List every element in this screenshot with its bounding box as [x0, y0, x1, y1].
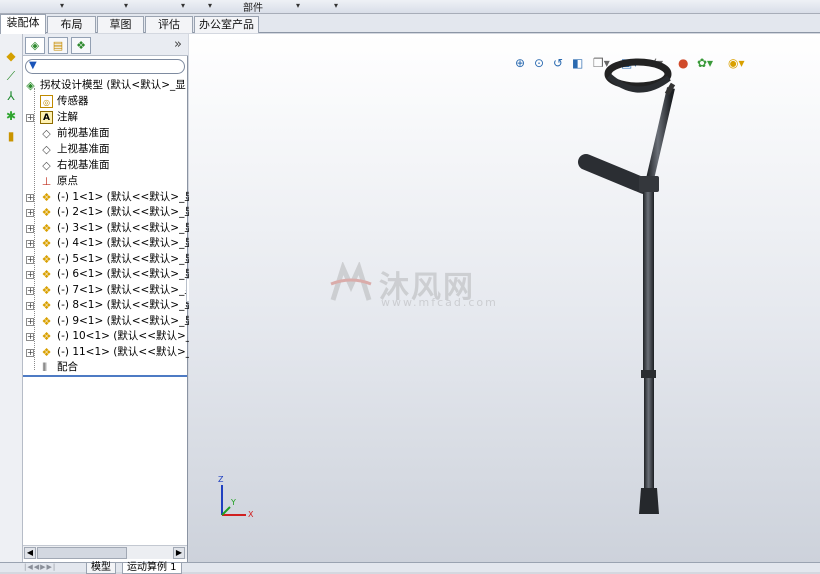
tab-layout[interactable]: 布局: [47, 16, 96, 33]
feature-tree-tab-icon[interactable]: ◈: [25, 37, 45, 54]
part-icon: ❖: [41, 330, 52, 343]
assembly-icon: ◈: [26, 79, 35, 92]
part-icon: ❖: [41, 191, 52, 204]
panel-horizontal-scrollbar[interactable]: ◀ ▶: [23, 545, 187, 559]
scrollbar-thumb[interactable]: [37, 547, 127, 559]
bottom-tab-bar: |◀◀▶▶| 模型 运动算例 1: [0, 562, 820, 574]
coordinate-triad: Z X Y: [214, 475, 254, 527]
expand-icon[interactable]: +: [26, 209, 34, 217]
part-icon: ❖: [41, 315, 52, 328]
sensor-icon: ◎: [40, 95, 53, 108]
expand-icon[interactable]: +: [26, 302, 34, 310]
feature-manager-panel: ◈ ▤ ❖ » ▼ ◈ 拐杖设计模型 (默认<默认>_显 ◎ 传感器 + A 注…: [23, 34, 205, 562]
part-icon: ❖: [41, 346, 52, 359]
axis-icon[interactable]: ⅄: [3, 88, 19, 104]
part-icon: ❖: [41, 222, 52, 235]
scroll-left-icon[interactable]: ◀: [24, 547, 36, 559]
axis-y-label: Y: [231, 498, 236, 507]
tab-motion-study[interactable]: 运动算例 1: [122, 563, 182, 574]
mate-icon[interactable]: ▮: [3, 128, 19, 144]
part-icon: ❖: [41, 253, 52, 266]
property-manager-tab-icon[interactable]: ▤: [48, 37, 68, 54]
rubber-tip[interactable]: [639, 488, 659, 514]
tab-evaluate[interactable]: 评估: [145, 16, 193, 33]
part-icon: ❖: [41, 268, 52, 281]
configuration-tab-icon[interactable]: ❖: [71, 37, 91, 54]
part-icon: ❖: [41, 284, 52, 297]
plane-icon: ◇: [42, 159, 51, 172]
axis-x-label: X: [248, 510, 254, 519]
tab-navigation-arrows-icon[interactable]: |◀◀▶▶|: [24, 563, 56, 571]
expand-icon[interactable]: +: [26, 240, 34, 248]
expand-icon[interactable]: +: [26, 194, 34, 202]
expand-icon[interactable]: +: [26, 271, 34, 279]
lower-tube[interactable]: [644, 378, 654, 488]
dropdown-arrow-icon[interactable]: ▾: [181, 1, 185, 10]
main-tube[interactable]: [643, 192, 654, 378]
panel-tabs: ◈ ▤ ❖ »: [23, 34, 188, 56]
filter-icon: ▼: [29, 60, 37, 71]
mates-icon: ⫴: [42, 361, 47, 374]
tab-office-products[interactable]: 办公室产品: [194, 16, 259, 33]
axis-z-label: Z: [218, 475, 224, 484]
expand-icon[interactable]: +: [26, 333, 34, 341]
tab-sketch[interactable]: 草图: [97, 16, 144, 33]
expand-icon[interactable]: +: [26, 287, 34, 295]
top-command-bar: ▾ ▾ ▾ ▾ 部件 ▾ ▾: [0, 0, 820, 14]
plane-icon: ◇: [42, 127, 51, 140]
dropdown-arrow-icon[interactable]: ▾: [60, 1, 64, 10]
left-toolbar: ◆ ⟋ ⅄ ✱ ▮: [0, 34, 23, 572]
command-manager-tabs: 装配体 布局 草图 评估 办公室产品: [0, 14, 820, 34]
part-icon: ❖: [41, 299, 52, 312]
graphics-viewport[interactable]: ⊕ ⊙ ↺ ◧ ❒▾ ▣▾ ☌▾ ● ✿▾ ◉▾ 沐风网 www.mfcad.c…: [189, 34, 820, 562]
tree-filter-input[interactable]: ▼: [25, 59, 185, 74]
part-icon: ❖: [41, 237, 52, 250]
expand-icon[interactable]: +: [26, 114, 34, 122]
tab-model[interactable]: 模型: [86, 563, 116, 574]
origin-icon: ⊥: [41, 175, 52, 188]
crutch-model[interactable]: [189, 34, 820, 562]
star-icon[interactable]: ✱: [3, 108, 19, 124]
expand-icon[interactable]: +: [26, 256, 34, 264]
expand-icon[interactable]: +: [26, 349, 34, 357]
scroll-right-icon[interactable]: ▶: [173, 547, 185, 559]
pencil-icon[interactable]: ◆: [3, 48, 19, 64]
tab-assembly[interactable]: 装配体: [0, 14, 46, 34]
parts-label[interactable]: 部件: [243, 0, 263, 14]
expand-panel-button[interactable]: »: [174, 37, 182, 52]
dropdown-arrow-icon[interactable]: ▾: [296, 1, 300, 10]
line-icon[interactable]: ⟋: [3, 68, 19, 84]
hand-grip[interactable]: [578, 154, 652, 194]
tree-guide-line: [34, 88, 35, 370]
dropdown-arrow-icon[interactable]: ▾: [124, 1, 128, 10]
panel-divider: [23, 375, 187, 377]
expand-icon[interactable]: +: [26, 318, 34, 326]
expand-icon[interactable]: +: [26, 225, 34, 233]
plane-icon: ◇: [42, 143, 51, 156]
part-icon: ❖: [41, 206, 52, 219]
annotation-icon: A: [40, 111, 53, 124]
dropdown-arrow-icon[interactable]: ▾: [334, 1, 338, 10]
dropdown-arrow-icon[interactable]: ▾: [208, 1, 212, 10]
